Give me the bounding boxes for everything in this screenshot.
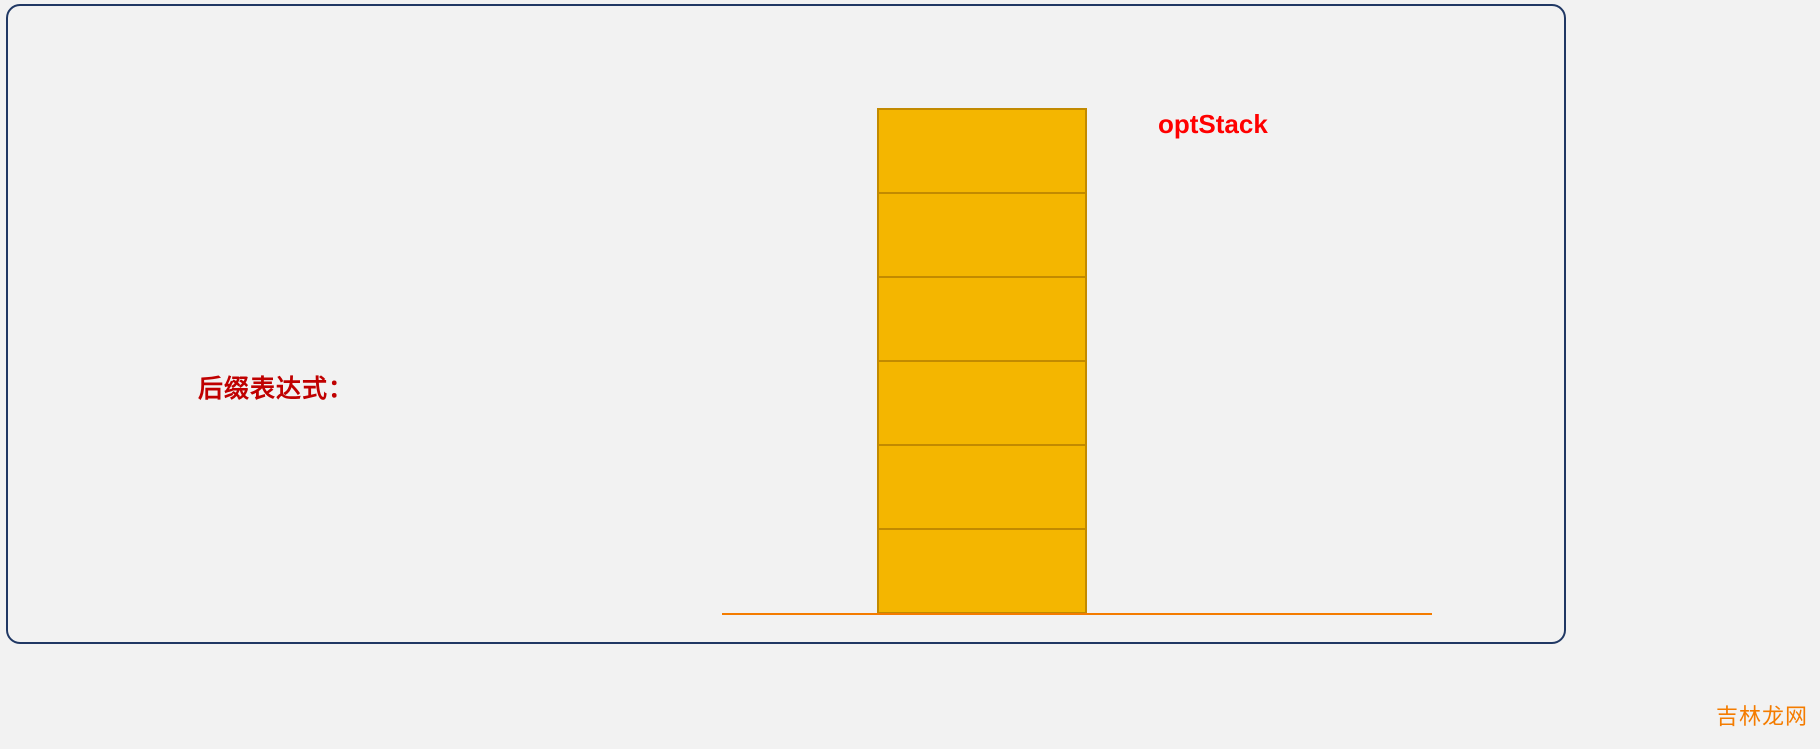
stack-cell [877,276,1087,362]
stack-cell [877,360,1087,446]
stack-baseline [722,613,1432,615]
stack-cell [877,528,1087,614]
stack-cell [877,192,1087,278]
diagram-canvas: 后缀表达式： optStack [6,4,1566,644]
opt-stack [877,108,1087,614]
stack-cell [877,108,1087,194]
postfix-expression-label: 后缀表达式： [198,369,354,405]
watermark-text: 吉林龙网 [1716,699,1808,731]
opt-stack-label: optStack [1158,109,1268,140]
stack-cell [877,444,1087,530]
